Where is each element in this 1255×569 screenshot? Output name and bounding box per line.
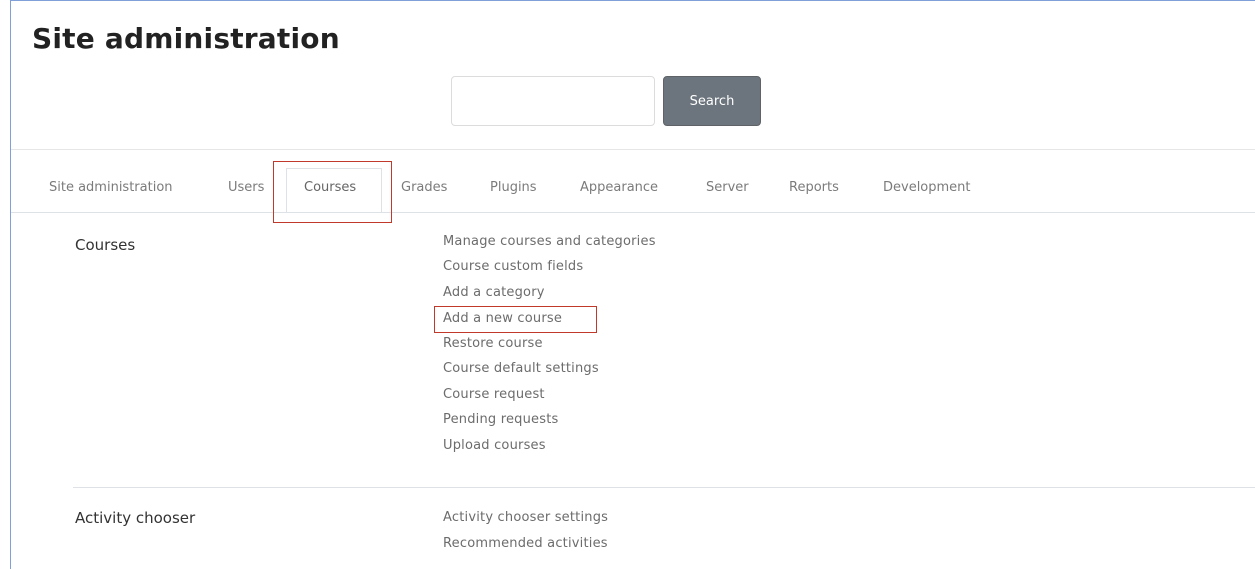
tab-grades[interactable]: Grades <box>401 180 447 195</box>
link-course-request[interactable]: Course request <box>443 387 545 402</box>
link-add-a-category[interactable]: Add a category <box>443 285 545 300</box>
link-upload-courses[interactable]: Upload courses <box>443 438 546 453</box>
search-input[interactable] <box>451 76 655 126</box>
search-button[interactable]: Search <box>663 76 761 126</box>
section-title-activity-chooser: Activity chooser <box>75 509 196 527</box>
link-restore-course[interactable]: Restore course <box>443 336 543 351</box>
page-title: Site administration <box>32 22 340 55</box>
tab-courses[interactable]: Courses <box>304 180 356 195</box>
link-recommended-activities[interactable]: Recommended activities <box>443 536 608 551</box>
tab-development[interactable]: Development <box>883 180 971 195</box>
link-course-custom-fields[interactable]: Course custom fields <box>443 259 583 274</box>
tab-appearance[interactable]: Appearance <box>580 180 658 195</box>
link-activity-chooser-settings[interactable]: Activity chooser settings <box>443 510 608 525</box>
tabs-bottom-border <box>11 212 1255 213</box>
link-course-default-settings[interactable]: Course default settings <box>443 361 599 376</box>
link-add-a-new-course[interactable]: Add a new course <box>443 311 562 326</box>
tab-site-administration[interactable]: Site administration <box>49 180 173 195</box>
header-divider <box>11 149 1255 150</box>
section-title-courses: Courses <box>75 236 136 254</box>
link-pending-requests[interactable]: Pending requests <box>443 412 559 427</box>
tab-server[interactable]: Server <box>706 180 749 195</box>
tab-plugins[interactable]: Plugins <box>490 180 537 195</box>
section-divider <box>73 487 1255 488</box>
tab-reports[interactable]: Reports <box>789 180 839 195</box>
tab-users[interactable]: Users <box>228 180 264 195</box>
link-manage-courses-and-categories[interactable]: Manage courses and categories <box>443 234 656 249</box>
